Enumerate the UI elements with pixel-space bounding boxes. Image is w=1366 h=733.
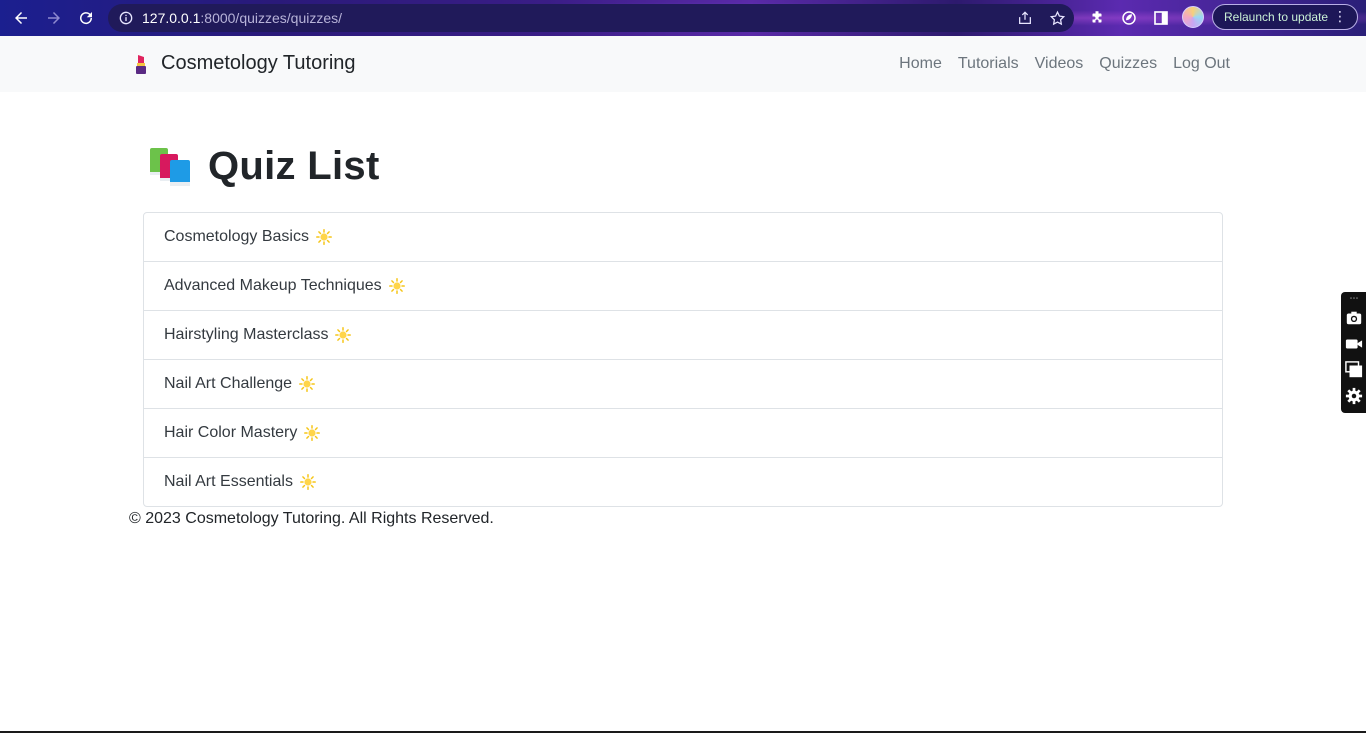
info-icon[interactable] (119, 11, 133, 25)
sun-icon (335, 327, 352, 343)
relaunch-label: Relaunch to update (1224, 10, 1329, 24)
capture-toolbar: ⋯ (1341, 292, 1366, 413)
quiz-title: Hair Color Mastery (164, 424, 298, 441)
list-item[interactable]: Advanced Makeup Techniques (144, 262, 1222, 311)
reload-icon[interactable] (74, 6, 98, 30)
nav-link-videos[interactable]: Videos (1035, 55, 1084, 73)
list-item[interactable]: Nail Art Essentials (144, 458, 1222, 506)
sidepanel-icon[interactable] (1151, 8, 1171, 28)
share-icon[interactable] (1016, 9, 1034, 27)
footer-text: © 2023 Cosmetology Tutoring. All Rights … (129, 510, 494, 527)
extensions-icon[interactable] (1087, 8, 1107, 28)
sun-icon (299, 376, 316, 392)
page-heading: Quiz List (148, 144, 380, 189)
camera-icon[interactable] (1344, 308, 1364, 328)
sun-icon (316, 229, 332, 245)
sun-icon (299, 474, 316, 490)
books-icon (150, 147, 190, 186)
quiz-title: Nail Art Challenge (164, 375, 293, 392)
quiz-title: Advanced Makeup Techniques (164, 277, 382, 294)
nav-link-tutorials[interactable]: Tutorials (958, 55, 1019, 73)
settings-icon[interactable] (1344, 386, 1364, 406)
nav-link-logout[interactable]: Log Out (1173, 55, 1230, 73)
quiz-list: Cosmetology Basics Advanced Makeup Techn… (143, 212, 1223, 507)
nav-links: Home Tutorials Videos Quizzes Log Out (899, 55, 1230, 73)
sun-icon (304, 425, 321, 441)
url-text[interactable]: 127.0.0.1:8000/quizzes/quizzes/ (142, 10, 342, 26)
toolbar-handle-icon[interactable]: ⋯ (1344, 292, 1364, 304)
sun-icon (388, 278, 405, 294)
browser-toolbar: 127.0.0.1:8000/quizzes/quizzes/ Relaunch… (0, 0, 1366, 36)
relaunch-button[interactable]: Relaunch to update ⋮ (1212, 4, 1358, 30)
quiz-title: Cosmetology Basics (164, 228, 309, 245)
video-icon[interactable] (1344, 334, 1364, 354)
brand-link[interactable]: Cosmetology Tutoring (132, 52, 356, 75)
nav-link-quizzes[interactable]: Quizzes (1099, 55, 1157, 73)
quiz-title: Hairstyling Masterclass (164, 326, 329, 343)
list-item[interactable]: Cosmetology Basics (144, 213, 1222, 262)
extension-leaf-icon[interactable] (1119, 8, 1139, 28)
window-icon[interactable] (1344, 360, 1364, 380)
star-icon[interactable] (1048, 9, 1066, 27)
back-icon[interactable] (9, 6, 33, 30)
avatar[interactable] (1182, 6, 1204, 28)
site-navbar: Cosmetology Tutoring Home Tutorials Vide… (0, 36, 1366, 92)
nav-link-home[interactable]: Home (899, 55, 942, 73)
list-item[interactable]: Nail Art Challenge (144, 360, 1222, 409)
forward-icon[interactable] (42, 6, 66, 30)
list-item[interactable]: Hairstyling Masterclass (144, 311, 1222, 360)
page-title: Quiz List (208, 144, 380, 188)
menu-icon[interactable]: ⋮ (1333, 9, 1347, 23)
brand-text: Cosmetology Tutoring (161, 52, 356, 74)
address-bar[interactable]: 127.0.0.1:8000/quizzes/quizzes/ (108, 4, 1074, 32)
lipstick-icon (136, 54, 146, 74)
quiz-title: Nail Art Essentials (164, 473, 293, 490)
list-item[interactable]: Hair Color Mastery (144, 409, 1222, 458)
